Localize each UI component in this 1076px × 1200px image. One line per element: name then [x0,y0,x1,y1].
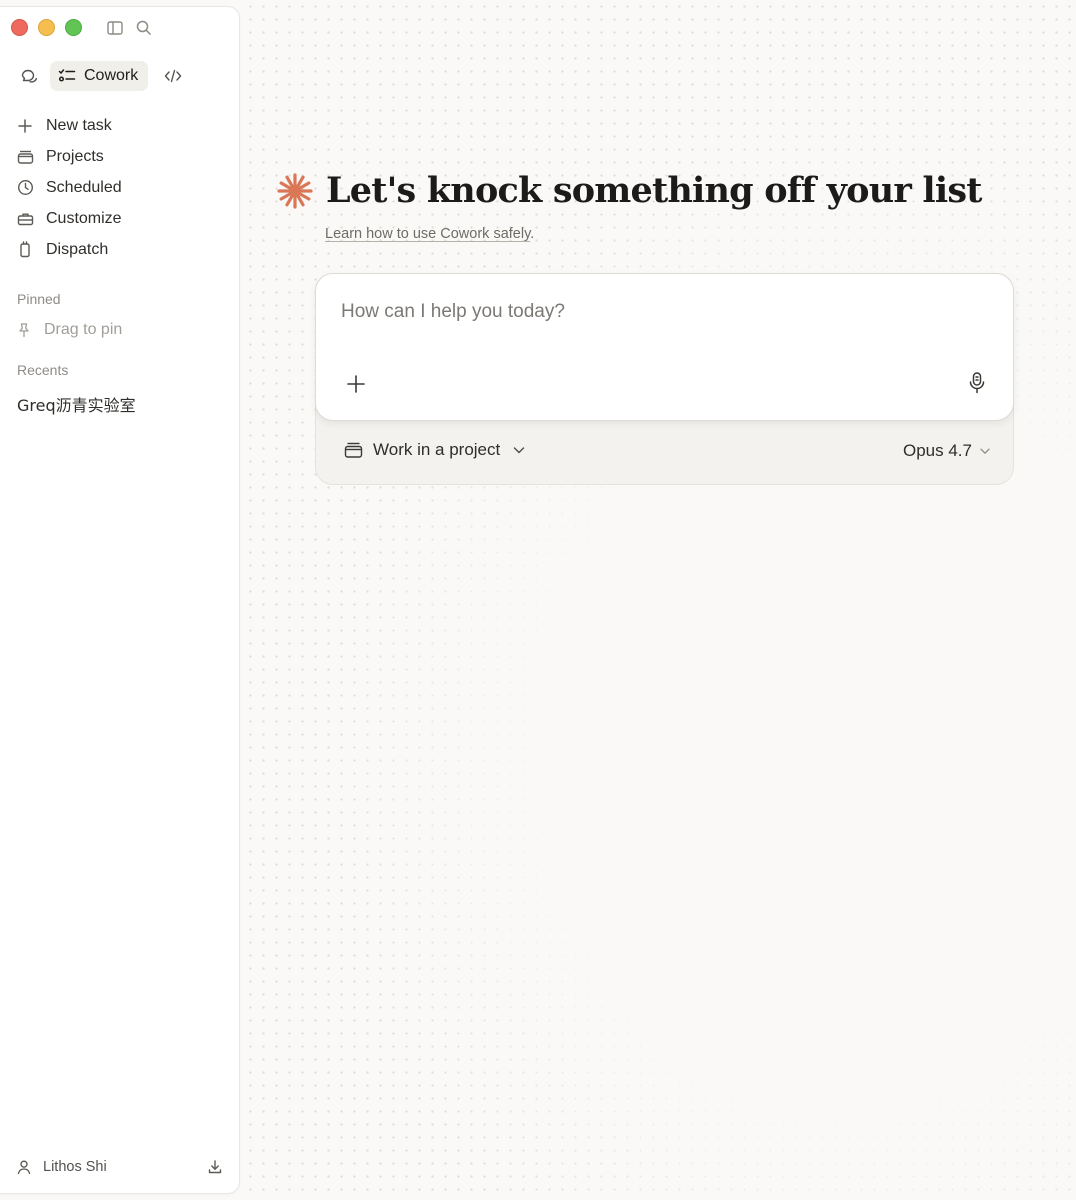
sidebar: Cowork New task Projects Scheduled Custo… [0,6,240,1194]
microphone-icon [967,371,987,395]
folder-icon [344,441,363,459]
sidebar-item-scheduled[interactable]: Scheduled [16,172,229,203]
download-icon[interactable] [207,1159,223,1175]
hero-heading: Let's knock something off your list [276,170,982,211]
chevron-down-icon [979,445,991,457]
safety-subtitle: Learn how to use Cowork safely. [325,226,534,242]
sidebar-nav: New task Projects Scheduled Customize Di… [16,110,229,265]
pinned-drop-zone[interactable]: Drag to pin [16,321,122,339]
user-account-button[interactable]: Lithos Shi [16,1159,107,1175]
search-icon[interactable] [135,19,153,37]
page-title: Let's knock something off your list [326,170,982,211]
voice-input-button[interactable] [965,370,989,396]
zoom-window-button[interactable] [65,19,82,36]
composer-container: Work in a project Opus 4.7 [315,273,1014,485]
sidebar-item-label: New task [46,116,112,134]
user-name: Lithos Shi [43,1159,107,1175]
spark-logo-icon [276,172,314,210]
learn-cowork-safely-link[interactable]: Learn how to use Cowork safely [325,226,530,242]
add-attachment-button[interactable] [343,371,369,397]
pin-icon [16,322,32,338]
sidebar-item-dispatch[interactable]: Dispatch [16,234,229,265]
checklist-icon [58,68,76,84]
model-selector-label: Opus 4.7 [903,441,972,460]
sidebar-item-label: Scheduled [46,178,122,196]
sidebar-item-label: Customize [46,209,122,227]
sidebar-item-new-task[interactable]: New task [16,110,229,141]
phone-icon [16,241,34,259]
user-footer: Lithos Shi [16,1159,223,1175]
sidebar-item-label: Projects [46,147,104,165]
subtitle-suffix: . [530,226,535,242]
project-selector[interactable]: Work in a project [344,440,526,460]
folder-icon [16,148,34,166]
minimize-window-button[interactable] [38,19,55,36]
plus-icon [346,374,366,394]
composer [315,273,1014,421]
window-controls [11,19,82,36]
sidebar-item-projects[interactable]: Projects [16,141,229,172]
user-icon [16,1159,32,1175]
sidebar-item-label: Dispatch [46,240,109,258]
cowork-mode-label: Cowork [84,67,139,84]
mode-switcher: Cowork [16,61,186,91]
app-window: Cowork New task Projects Scheduled Custo… [0,0,1076,1200]
recent-item[interactable]: Greq沥青实验室 [17,392,136,416]
pinned-section-label: Pinned [17,291,61,307]
sidebar-item-customize[interactable]: Customize [16,203,229,234]
main-content: Let's knock something off your list Lear… [244,0,1076,1200]
project-selector-label: Work in a project [373,440,501,459]
recents-section-label: Recents [17,362,69,378]
plus-icon [16,117,34,135]
clock-icon [16,179,34,197]
sidebar-toggle-icon[interactable] [106,19,124,37]
toolbox-icon [16,210,34,228]
close-window-button[interactable] [11,19,28,36]
pin-placeholder-label: Drag to pin [44,321,123,338]
code-brackets-icon[interactable] [160,63,186,89]
prompt-input[interactable] [341,298,941,326]
model-selector[interactable]: Opus 4.7 [903,441,991,461]
chevron-down-icon [512,443,526,457]
cowork-mode-tab[interactable]: Cowork [50,61,149,91]
chat-bubbles-icon[interactable] [16,63,42,89]
